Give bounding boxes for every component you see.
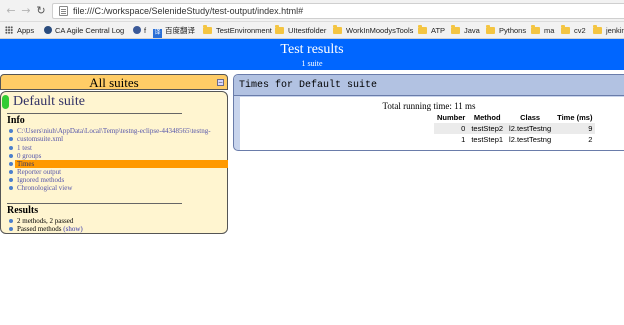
table-row: 0 testStep2 l2.testTestng 9: [434, 123, 596, 134]
cell-class: l2.testTestng: [506, 123, 555, 134]
suite-navigator: All suites − Default suite Info C:\Users…: [0, 74, 228, 234]
folder-icon: [203, 25, 212, 34]
panel-title: Times for Default suite: [234, 75, 624, 96]
bookmark-folder-testenvironment[interactable]: TestEnvironment: [203, 25, 272, 36]
cell-method: testStep1: [468, 134, 507, 145]
reporter-output-link[interactable]: Reporter output: [8, 168, 61, 176]
info-section-title: Info: [7, 115, 25, 126]
folder-icon: [561, 25, 570, 34]
bookmark-ca-agile[interactable]: CA Agile Central Log: [44, 25, 124, 36]
browser-toolbar: ← → ↻ file:///C:/workspace/SelenideStudy…: [0, 0, 624, 22]
suite-pass-marker: [2, 95, 9, 109]
page-info-icon[interactable]: [59, 6, 68, 16]
cell-time: 2: [554, 134, 596, 145]
address-bar[interactable]: file:///C:/workspace/SelenideStudy/test-…: [52, 3, 624, 19]
times-panel: Times for Default suite Total running ti…: [233, 74, 624, 151]
report-title: Test results: [280, 42, 344, 57]
table-row: 1 testStep1 l2.testTestng 2: [434, 134, 596, 145]
table-header-row: Number Method Class Time (ms): [434, 112, 596, 123]
bookmark-folder-jenkins[interactable]: jenkins: [593, 25, 624, 36]
bookmark-apps[interactable]: Apps: [5, 25, 34, 36]
reload-icon[interactable]: ↻: [34, 4, 48, 18]
tests-link[interactable]: 1 test: [9, 144, 32, 152]
cell-class: l2.testTestng: [506, 134, 555, 145]
column-header-time: Time (ms): [554, 112, 596, 123]
ca-logo-icon: [44, 26, 52, 34]
divider: [7, 203, 182, 204]
bookmark-folder-atp[interactable]: ATP: [418, 25, 445, 36]
bookmark-folder-pythons[interactable]: Pythons: [486, 25, 526, 36]
passed-methods-label: Passed methods: [17, 225, 62, 233]
url-text[interactable]: file:///C:/workspace/SelenideStudy/test-…: [73, 6, 303, 16]
results-section-title: Results: [7, 205, 39, 216]
back-arrow-icon[interactable]: ←: [4, 4, 18, 18]
translate-icon: 译: [153, 29, 162, 38]
suite-file-link[interactable]: C:\Users\niuh\AppData\Local\Temp\testng-…: [9, 127, 211, 135]
times-table: Number Method Class Time (ms) 0 testStep…: [434, 112, 596, 145]
bookmark-folder-ma[interactable]: ma: [531, 25, 554, 36]
folder-icon: [531, 25, 540, 34]
show-passed-link[interactable]: (show): [63, 225, 82, 233]
bookmark-facebook[interactable]: f: [133, 25, 146, 36]
suite-name[interactable]: Default suite: [13, 94, 85, 110]
panel-body: Total running time: 11 ms Number Method …: [240, 97, 624, 150]
cell-method: testStep2: [468, 123, 507, 134]
report-header: Test results 1 suite: [0, 39, 624, 70]
cell-number: 1: [434, 134, 469, 145]
bookmarks-bar: Apps CA Agile Central Log f 译百度翻译 TestEn…: [0, 22, 624, 39]
folder-icon: [486, 25, 495, 34]
bookmark-folder-java[interactable]: Java: [451, 25, 480, 36]
bookmark-folder-workinmoodystools[interactable]: WorkInMoodysTools: [333, 25, 413, 36]
collapse-icon[interactable]: −: [217, 79, 224, 86]
folder-icon: [333, 25, 342, 34]
divider: [7, 113, 182, 114]
suite-file-link-continued[interactable]: customsuite.xml: [8, 135, 63, 143]
bookmark-baidu-translate[interactable]: 译百度翻译: [153, 25, 195, 38]
bookmark-folder-uitestfolder[interactable]: UItestfolder: [275, 25, 326, 36]
groups-link[interactable]: 0 groups: [8, 152, 41, 160]
suite-panel: Default suite Info C:\Users\niuh\AppData…: [0, 91, 228, 234]
column-header-method: Method: [468, 112, 507, 123]
ignored-methods-link[interactable]: Ignored methods: [8, 176, 64, 184]
total-running-time: Total running time: 11 ms: [382, 101, 476, 111]
facebook-icon: [133, 26, 141, 34]
forward-arrow-icon[interactable]: →: [19, 4, 33, 18]
folder-icon: [593, 25, 602, 34]
chronological-view-link[interactable]: Chronological view: [8, 184, 72, 192]
column-header-number: Number: [434, 112, 469, 123]
passed-methods-row: Passed methods (show): [9, 225, 83, 233]
all-suites-header: All suites −: [0, 74, 228, 90]
folder-icon: [418, 25, 427, 34]
column-header-class: Class: [506, 112, 555, 123]
apps-grid-icon: [5, 26, 13, 34]
cell-time: 9: [554, 123, 596, 134]
report-subtitle: 1 suite: [301, 59, 323, 68]
folder-icon: [451, 25, 460, 34]
bookmark-folder-cv2[interactable]: cv2: [561, 25, 586, 36]
all-suites-title: All suites: [89, 75, 139, 90]
times-link[interactable]: Times: [9, 160, 228, 168]
folder-icon: [275, 25, 284, 34]
methods-summary: 2 methods, 2 passed: [8, 217, 74, 225]
cell-number: 0: [434, 123, 469, 134]
